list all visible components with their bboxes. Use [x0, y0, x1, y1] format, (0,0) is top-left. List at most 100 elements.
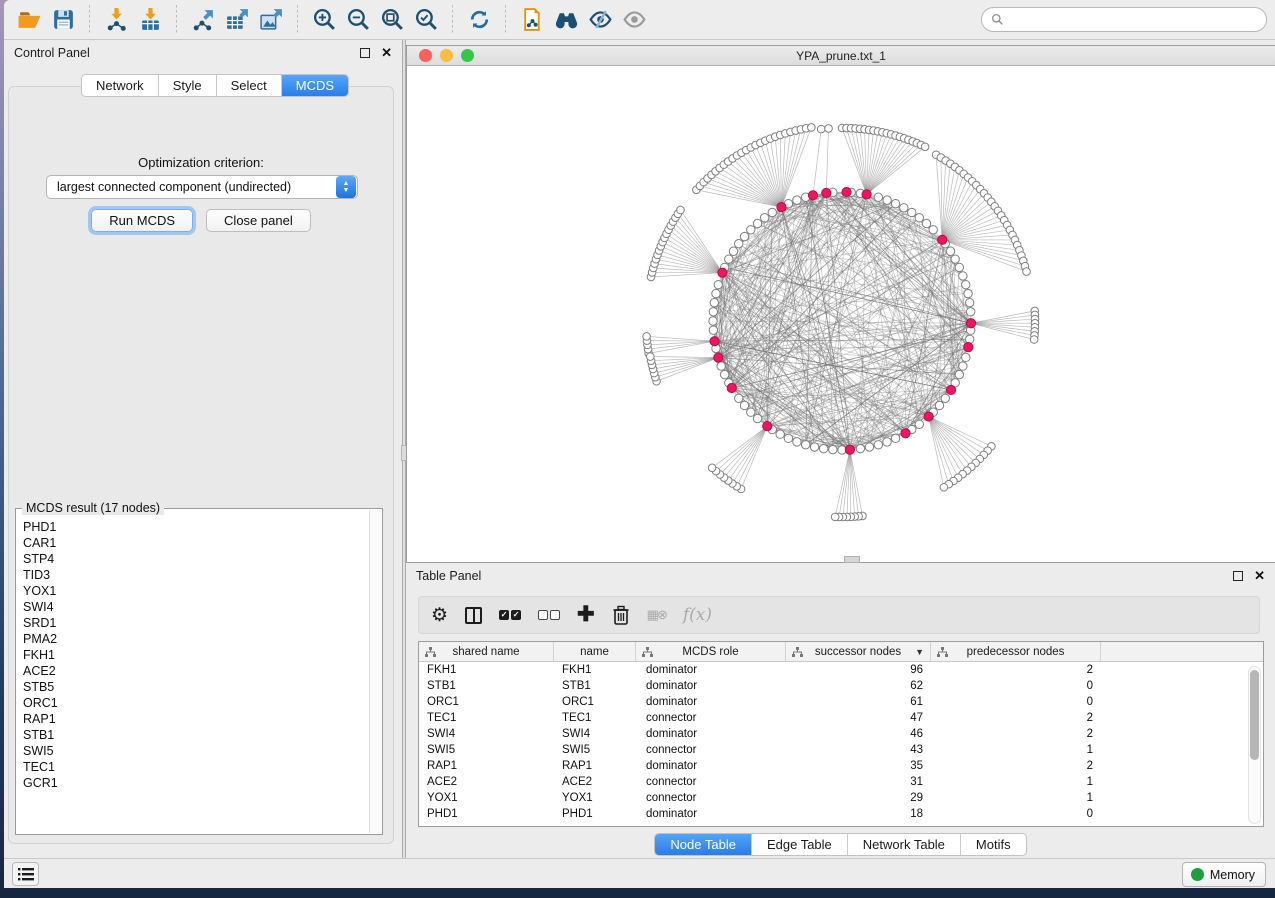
search-network-button[interactable]	[549, 4, 583, 36]
show-all-button[interactable]	[617, 4, 651, 36]
export-image-icon	[259, 7, 284, 32]
save-icon	[51, 7, 76, 32]
tab-network-table[interactable]: Network Table	[848, 834, 961, 855]
add-column-button[interactable]: ✚	[577, 601, 595, 629]
result-item[interactable]: PMA2	[17, 631, 369, 647]
result-item[interactable]: ORC1	[17, 695, 369, 711]
network-graph[interactable]	[407, 66, 1274, 562]
result-item[interactable]: SWI5	[17, 743, 369, 759]
column-header-successor-nodes[interactable]: successor nodes ▼	[786, 642, 931, 661]
export-image-button[interactable]	[254, 4, 288, 36]
cell-successors: 43	[786, 744, 931, 756]
tab-style[interactable]: Style	[159, 75, 217, 96]
zoom-in-button[interactable]	[307, 4, 341, 36]
attribute-type-icon	[425, 647, 436, 657]
table-settings-button[interactable]: ⚙	[431, 601, 448, 629]
table-row[interactable]: RAP1RAP1dominator352	[419, 758, 1263, 774]
column-header-mcds-role[interactable]: MCDS role	[636, 642, 786, 661]
column-header-name[interactable]: name	[554, 642, 636, 661]
table-row[interactable]: ORC1ORC1dominator610	[419, 694, 1263, 710]
show-columns-button[interactable]	[465, 601, 482, 629]
result-item[interactable]: GCR1	[17, 775, 369, 791]
zoom-fit-button[interactable]	[375, 4, 409, 36]
delete-column-button[interactable]	[612, 601, 630, 629]
node-table: shared name name MCDS role successor nod…	[418, 641, 1264, 827]
tab-node-table[interactable]: Node Table	[655, 834, 752, 855]
deselect-all-rows-button[interactable]	[538, 601, 560, 629]
control-panel-close-button[interactable]: ✕	[381, 48, 392, 58]
select-all-rows-button[interactable]: ✓✓	[499, 601, 521, 629]
divider-drag-handle-horizontal[interactable]	[844, 556, 860, 563]
table-row[interactable]: YOX1YOX1connector291	[419, 790, 1263, 806]
table-row[interactable]: TEC1TEC1connector472	[419, 710, 1263, 726]
result-item[interactable]: RAP1	[17, 711, 369, 727]
cell-shared-name: YOX1	[419, 792, 554, 804]
result-item[interactable]: PHD1	[17, 519, 369, 535]
table-row[interactable]: SWI4SWI4dominator462	[419, 726, 1263, 742]
export-network-button[interactable]	[186, 4, 220, 36]
open-file-button[interactable]	[12, 4, 46, 36]
column-header-shared-name[interactable]: shared name	[419, 642, 554, 661]
search-input[interactable]	[1009, 13, 1257, 27]
table-panel-close-button[interactable]: ✕	[1254, 571, 1265, 581]
hide-selected-button[interactable]	[583, 4, 617, 36]
share-document-button[interactable]	[515, 4, 549, 36]
column-header-predecessor-nodes[interactable]: predecessor nodes	[931, 642, 1101, 661]
cell-mcds-role: connector	[636, 792, 786, 804]
cell-mcds-role: connector	[636, 712, 786, 724]
function-builder-button[interactable]: f(x)	[683, 601, 712, 629]
column-header-filler	[1101, 642, 1263, 661]
result-item[interactable]: SWI4	[17, 599, 369, 615]
result-item[interactable]: TEC1	[17, 759, 369, 775]
import-network-icon	[104, 7, 129, 32]
result-item[interactable]: STB1	[17, 727, 369, 743]
close-panel-button[interactable]: Close panel	[206, 209, 311, 232]
cell-predecessors: 1	[931, 792, 1101, 804]
import-table-button[interactable]	[133, 4, 167, 36]
result-item[interactable]: STP4	[17, 551, 369, 567]
result-item[interactable]: YOX1	[17, 583, 369, 599]
table-header-row: shared name name MCDS role successor nod…	[419, 642, 1263, 662]
open-file-icon	[17, 7, 42, 32]
criterion-select[interactable]: largest connected component (undirected)…	[46, 175, 358, 199]
result-list-scrollbar[interactable]	[369, 510, 381, 833]
zoom-out-button[interactable]	[341, 4, 375, 36]
result-item[interactable]: TID3	[17, 567, 369, 583]
result-item[interactable]: SRD1	[17, 615, 369, 631]
table-row[interactable]: FKH1FKH1dominator962	[419, 662, 1263, 678]
tab-network[interactable]: Network	[82, 75, 159, 96]
table-row[interactable]: ACE2ACE2connector311	[419, 774, 1263, 790]
trash-icon	[612, 605, 630, 625]
result-item[interactable]: FKH1	[17, 647, 369, 663]
tab-mcds[interactable]: MCDS	[282, 75, 348, 96]
table-row[interactable]: PHD1PHD1dominator180	[419, 806, 1263, 822]
control-panel-float-button[interactable]	[360, 48, 370, 58]
result-item[interactable]: CAR1	[17, 535, 369, 551]
tab-motifs[interactable]: Motifs	[961, 834, 1026, 855]
table-row[interactable]: SWI5SWI5connector431	[419, 742, 1263, 758]
export-table-button[interactable]	[220, 4, 254, 36]
result-item[interactable]: ACE2	[17, 663, 369, 679]
zoom-selected-button[interactable]	[409, 4, 443, 36]
result-item[interactable]: STB5	[17, 679, 369, 695]
cell-mcds-role: dominator	[636, 760, 786, 772]
tab-edge-table[interactable]: Edge Table	[752, 834, 848, 855]
table-scrollbar-thumb[interactable]	[1250, 670, 1259, 760]
table-panel-float-button[interactable]	[1233, 571, 1243, 581]
run-mcds-button[interactable]: Run MCDS	[91, 209, 193, 232]
refresh-button[interactable]	[462, 4, 496, 36]
toolbar-separator	[176, 5, 177, 35]
network-canvas[interactable]	[407, 66, 1275, 562]
cell-name: YOX1	[554, 792, 636, 804]
cell-successors: 18	[786, 808, 931, 820]
cell-shared-name: PHD1	[419, 808, 554, 820]
table-row[interactable]: STB1STB1dominator620	[419, 678, 1263, 694]
tab-select[interactable]: Select	[217, 75, 282, 96]
cell-predecessors: 1	[931, 776, 1101, 788]
delete-table-button[interactable]: ▦⊗	[647, 601, 666, 629]
save-button[interactable]	[46, 4, 80, 36]
panel-menu-button[interactable]	[12, 862, 39, 886]
memory-status-icon	[1191, 868, 1204, 881]
import-network-button[interactable]	[99, 4, 133, 36]
memory-button[interactable]: Memory	[1182, 862, 1266, 887]
